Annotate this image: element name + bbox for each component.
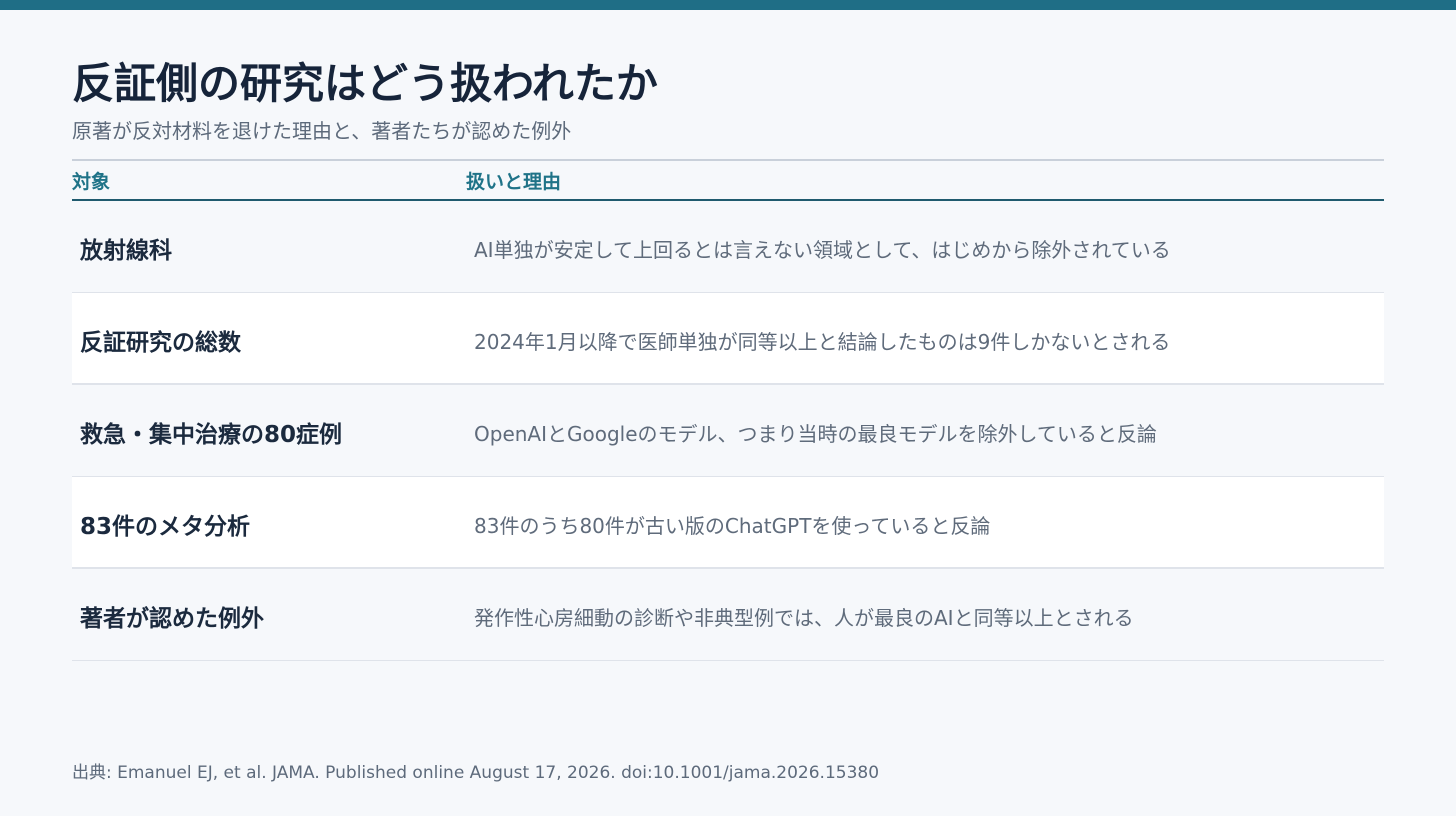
slide: 反証側の研究はどう扱われたか 原著が反対材料を退けた理由と、著者たちが認めた例外… xyxy=(72,0,1384,816)
row-reason: 発作性心房細動の診断や非典型例では、人が最良のAIと同等以上とされる xyxy=(474,606,1134,630)
column-header-target: 対象 xyxy=(72,171,111,193)
row-reason: 2024年1月以降で医師単独が同等以上と結論したものは9件しかないとされる xyxy=(474,330,1171,354)
table-row: 反証研究の総数 2024年1月以降で医師単独が同等以上と結論したものは9件しかな… xyxy=(72,293,1384,385)
row-target: 放射線科 xyxy=(80,238,172,264)
row-target: 救急・集中治療の80症例 xyxy=(80,422,343,448)
table-row: 救急・集中治療の80症例 OpenAIとGoogleのモデル、つまり当時の最良モ… xyxy=(72,385,1384,477)
table-row: 83件のメタ分析 83件のうち80件が古い版のChatGPTを使っていると反論 xyxy=(72,477,1384,569)
column-header-reason: 扱いと理由 xyxy=(466,171,562,193)
row-reason: AI単独が安定して上回るとは言えない領域として、はじめから除外されている xyxy=(474,238,1171,262)
row-reason: OpenAIとGoogleのモデル、つまり当時の最良モデルを除外していると反論 xyxy=(474,422,1157,446)
table-header: 対象 扱いと理由 xyxy=(72,159,1384,201)
row-reason: 83件のうち80件が古い版のChatGPTを使っていると反論 xyxy=(474,514,991,538)
page-title: 反証側の研究はどう扱われたか xyxy=(72,59,658,108)
row-target: 83件のメタ分析 xyxy=(80,514,251,540)
row-target: 反証研究の総数 xyxy=(80,330,241,356)
page-subtitle: 原著が反対材料を退けた理由と、著者たちが認めた例外 xyxy=(72,119,572,143)
source-citation: 出典: Emanuel EJ, et al. JAMA. Published o… xyxy=(72,763,880,783)
row-target: 著者が認めた例外 xyxy=(80,606,264,632)
table-row: 放射線科 AI単独が安定して上回るとは言えない領域として、はじめから除外されてい… xyxy=(72,201,1384,293)
table-row: 著者が認めた例外 発作性心房細動の診断や非典型例では、人が最良のAIと同等以上と… xyxy=(72,569,1384,661)
comparison-table: 対象 扱いと理由 放射線科 AI単独が安定して上回るとは言えない領域として、はじ… xyxy=(72,159,1384,661)
